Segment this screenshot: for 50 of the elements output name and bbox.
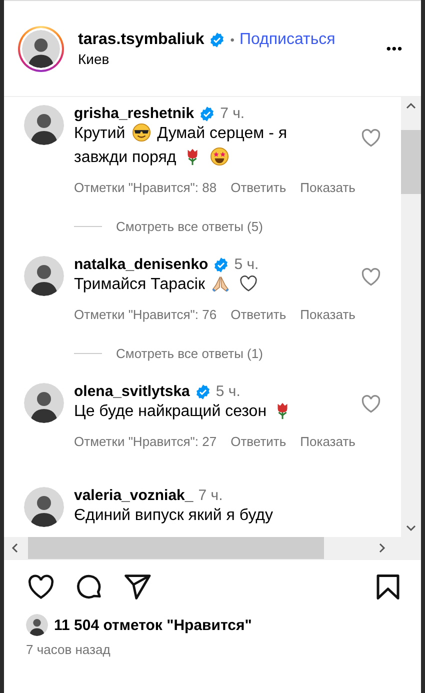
follow-link[interactable]: Подписаться [239,30,336,48]
comment-avatar[interactable] [24,256,64,296]
comment-time: 7 ч. [198,487,223,504]
profile-avatar[interactable] [22,30,60,68]
separator-dot: • [230,32,234,46]
view-replies-link[interactable]: Смотреть все ответы (1) [116,346,263,361]
scroll-up-icon[interactable] [406,101,416,111]
reply-link[interactable]: Ответить [230,180,286,195]
send-icon[interactable] [122,572,152,602]
location-link[interactable]: Киев [78,50,386,66]
comment-avatar[interactable] [24,105,64,145]
comment-time: 5 ч. [216,383,240,400]
liker-avatar[interactable] [26,614,48,636]
show-link[interactable]: Показать [300,434,356,449]
reply-link[interactable]: Ответить [230,307,286,322]
post-time: 7 часов назад [25,641,112,659]
comment-username[interactable]: natalka_denisenko [74,256,208,273]
comment-text: Це буде найкращий сезон [74,400,344,424]
reply-link[interactable]: Ответить [230,434,286,449]
scroll-left-icon[interactable] [10,543,20,553]
likes-count[interactable]: 11 504 отметок "Нравится" [54,616,252,634]
sunglasses-face-icon [132,123,151,142]
scroll-down-icon[interactable] [406,523,416,533]
show-link[interactable]: Показать [300,180,356,195]
like-count: Отметки "Нравится": 27 [74,434,217,449]
praying-hands-icon [211,274,230,293]
show-link[interactable]: Показать [300,307,356,322]
username[interactable]: taras.tsymbaliuk [78,30,204,48]
horizontal-scrollbar[interactable] [4,537,421,559]
like-count: Отметки "Нравится": 88 [74,180,217,195]
comment-username[interactable]: valeria_vozniak_ [74,487,194,504]
heart-emoji-icon [238,274,258,293]
more-button[interactable]: ••• [386,41,403,56]
star-eyes-face-icon [210,147,230,166]
comment-username[interactable]: grisha_reshetnik [74,105,194,122]
like-count: Отметки "Нравится": 76 [74,307,217,322]
like-icon[interactable] [26,572,56,602]
scroll-right-icon[interactable] [377,543,387,553]
comment-time: 5 ч. [234,256,259,273]
comment-time: 7 ч. [220,105,245,122]
comment-text: Єдиний випуск який я буду [74,506,274,526]
comment-username[interactable]: olena_svitlytska [74,383,190,400]
comment-text: Крутий Думай серцем - я завжди поряд [74,122,288,168]
comment-avatar[interactable] [24,383,64,423]
vertical-scrollbar[interactable] [401,97,421,537]
comment-text: Тримайся Тарасік [74,273,344,297]
view-replies-link[interactable]: Смотреть все ответы (5) [116,219,263,234]
scrollbar-thumb[interactable] [401,130,421,194]
comment-avatar[interactable] [24,487,64,527]
scrollbar-thumb[interactable] [28,537,324,559]
